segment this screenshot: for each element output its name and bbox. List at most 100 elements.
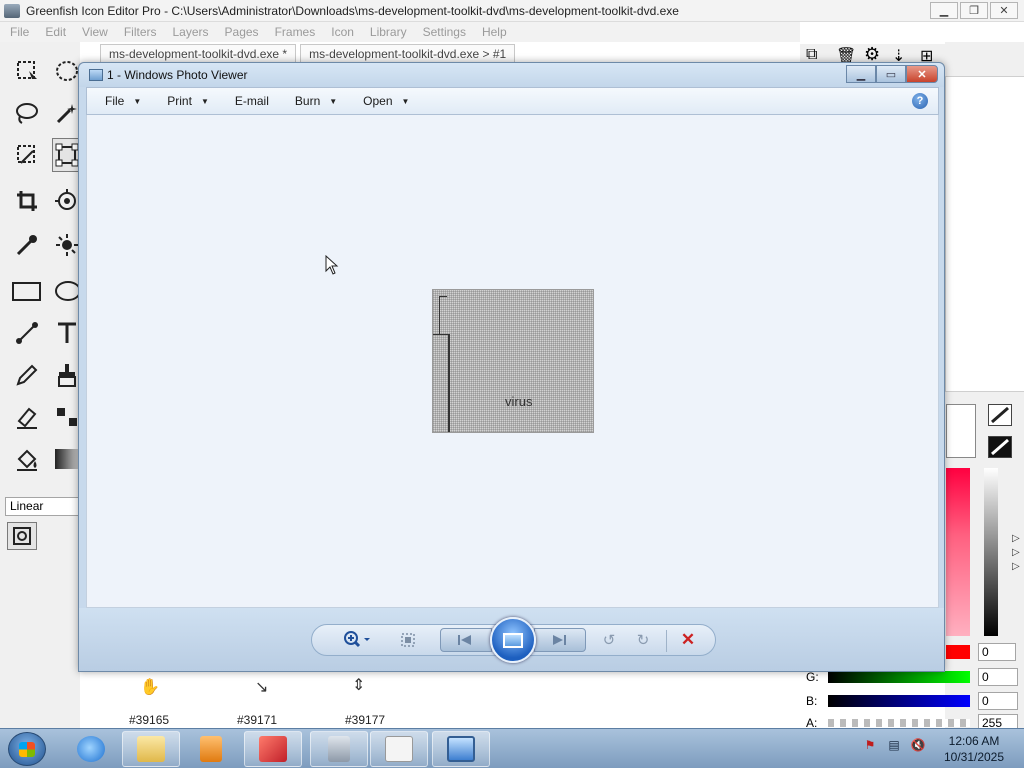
alpha-slider[interactable] [828, 719, 970, 727]
minimize-button[interactable]: ▁ [930, 2, 958, 19]
taskbar-internet-explorer[interactable] [62, 731, 120, 767]
restore-button[interactable]: ❐ [960, 2, 988, 19]
preview-area [945, 76, 1024, 392]
color-swatch[interactable] [946, 404, 976, 458]
blue-value-field[interactable]: 0 [978, 692, 1018, 710]
network-icon[interactable]: ▤ [886, 737, 902, 753]
maximize-button[interactable]: ▭ [876, 65, 906, 83]
color-replace-icon[interactable] [54, 404, 80, 430]
rectangle-icon[interactable] [12, 278, 42, 304]
burn-menu-button[interactable]: Burn ▼ [295, 94, 337, 108]
zoom-icon[interactable] [340, 629, 374, 651]
greenfish-window-title: Greenfish Icon Editor Pro - C:\Users\Adm… [26, 3, 679, 18]
clock[interactable]: 12:06 AM 10/31/2025 [930, 733, 1018, 765]
menu-edit[interactable]: Edit [45, 25, 66, 39]
file-menu-button[interactable]: File ▼ [105, 94, 141, 108]
open-menu-label: Open [363, 94, 393, 108]
line-icon[interactable] [14, 320, 40, 346]
menu-icon[interactable]: Icon [331, 25, 354, 39]
menu-frames[interactable]: Frames [275, 25, 316, 39]
freehand-select-icon[interactable] [14, 142, 40, 168]
eraser-icon[interactable] [14, 404, 40, 430]
text-icon[interactable] [54, 320, 80, 346]
greenfish-title-bar: Greenfish Icon Editor Pro - C:\Users\Adm… [0, 0, 1024, 22]
displayed-image: virus [432, 289, 594, 433]
menu-pages[interactable]: Pages [225, 25, 259, 39]
glyph-label: #39177 [345, 713, 386, 727]
taskbar-media-player[interactable] [182, 731, 240, 767]
next-button[interactable] [534, 628, 586, 652]
glyph-symbol[interactable]: ⇕ [352, 675, 365, 695]
ellipse-icon[interactable] [54, 278, 80, 304]
menu-file[interactable]: File [10, 25, 29, 39]
greenfish-menu-bar: File Edit View Filters Layers Pages Fram… [0, 22, 800, 42]
close-button[interactable]: ✕ [990, 2, 1018, 19]
blue-slider[interactable] [828, 695, 970, 707]
taskbar-photo-viewer[interactable] [432, 731, 490, 767]
taskbar-installer[interactable] [310, 731, 368, 767]
close-button[interactable]: ✕ [906, 65, 938, 83]
rotate-counterclockwise-icon[interactable]: ↺ [598, 629, 620, 651]
file-menu-label: File [105, 94, 125, 108]
rect-select-icon[interactable] [14, 58, 40, 84]
taskbar-file-explorer[interactable] [122, 731, 180, 767]
tab-document-frame[interactable]: ms-development-toolkit-dvd.exe > #1 [300, 44, 516, 62]
menu-settings[interactable]: Settings [423, 25, 466, 39]
hue-strip[interactable] [946, 468, 970, 636]
print-menu-button[interactable]: Print ▼ [167, 94, 209, 108]
burn-menu-label: Burn [294, 94, 321, 108]
slideshow-button[interactable] [490, 617, 536, 663]
taskbar-greenfish[interactable] [370, 731, 428, 767]
eyedropper-icon[interactable] [14, 232, 40, 258]
gradient-icon[interactable] [54, 446, 80, 472]
action-center-icon[interactable]: ⚑ [862, 737, 878, 753]
start-button[interactable] [8, 732, 46, 766]
magic-wand-icon[interactable] [54, 100, 80, 126]
email-button[interactable]: E-mail [235, 94, 269, 108]
navigation-pill: ↺ ↻ ✕ [311, 617, 716, 663]
brightness-strip[interactable] [984, 468, 998, 636]
green-value-field[interactable]: 0 [978, 668, 1018, 686]
menu-library[interactable]: Library [370, 25, 407, 39]
rotate-clockwise-icon[interactable]: ↻ [632, 629, 654, 651]
image-caption-text: virus [505, 394, 533, 409]
menu-layers[interactable]: Layers [173, 25, 209, 39]
red-bar[interactable] [946, 645, 970, 659]
pencil-icon[interactable] [14, 362, 40, 388]
photo-viewer-title-bar: 1 - Windows Photo Viewer ▁ ▭ ✕ [79, 63, 944, 87]
taskbar-app-red[interactable] [244, 731, 302, 767]
red-value-field[interactable]: 0 [978, 643, 1016, 661]
green-slider[interactable] [828, 671, 970, 683]
image-line [448, 334, 450, 432]
tab-document[interactable]: ms-development-toolkit-dvd.exe * [100, 44, 297, 62]
no-color-icon[interactable] [988, 404, 1012, 426]
lasso-icon[interactable] [14, 100, 40, 126]
menu-help[interactable]: Help [482, 25, 507, 39]
glyph-symbol[interactable]: ✋ [140, 677, 160, 697]
previous-button[interactable] [440, 628, 492, 652]
open-menu-button[interactable]: Open ▼ [363, 94, 409, 108]
delete-icon[interactable]: ✕ [676, 629, 700, 651]
menu-view[interactable]: View [82, 25, 108, 39]
glyph-symbol[interactable]: ↘ [255, 677, 268, 697]
actual-size-icon[interactable] [396, 629, 420, 651]
invert-color-icon[interactable] [988, 436, 1012, 458]
clock-date: 10/31/2025 [943, 750, 1005, 764]
target-icon[interactable] [54, 188, 80, 214]
ellipse-select-icon[interactable] [54, 58, 80, 84]
gradient-mode-icon[interactable] [7, 522, 37, 550]
brush-icon[interactable] [54, 362, 80, 388]
gradient-type-select[interactable]: Linear [5, 497, 80, 516]
minimize-button[interactable]: ▁ [846, 65, 876, 83]
help-icon[interactable]: ? [912, 93, 928, 109]
volume-muted-icon[interactable]: 🔇 [910, 737, 926, 753]
app-red-icon [259, 736, 287, 762]
brightness-icon[interactable] [54, 232, 80, 258]
fill-bucket-icon[interactable] [14, 446, 40, 472]
crop-icon[interactable] [14, 188, 40, 214]
greenfish-app-icon [385, 736, 413, 762]
email-label: E-mail [234, 94, 269, 108]
menu-filters[interactable]: Filters [124, 25, 157, 39]
photo-viewer-window: 1 - Windows Photo Viewer ▁ ▭ ✕ File ▼ Pr… [78, 62, 945, 672]
mouse-cursor-icon [325, 254, 339, 278]
